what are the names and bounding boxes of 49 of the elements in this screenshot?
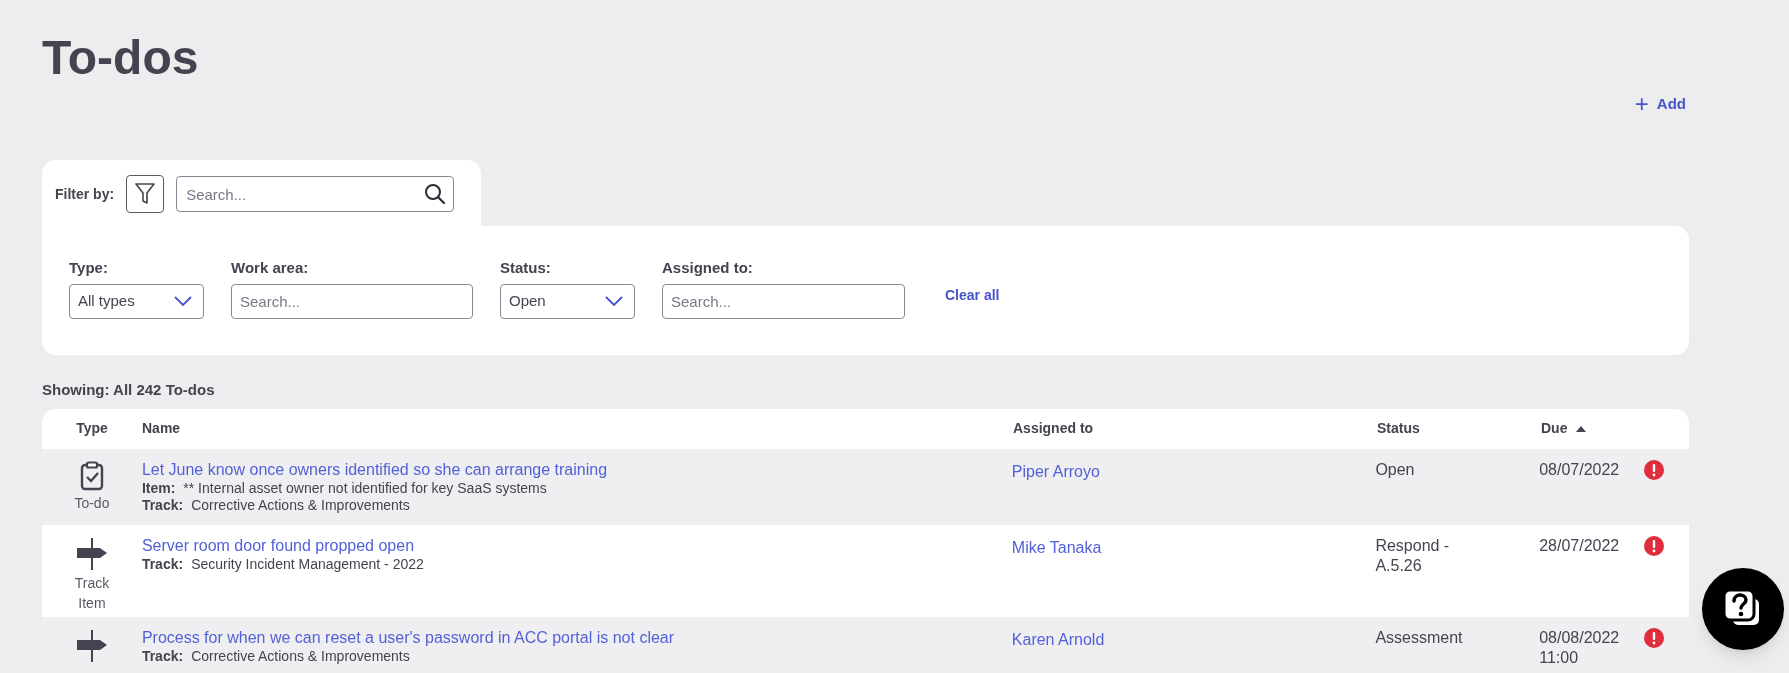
results-count: Showing: All 242 To-dos xyxy=(42,380,216,400)
detail-value: Corrective Actions & Improvements xyxy=(191,647,410,665)
add-button[interactable]: + Add xyxy=(1634,92,1686,116)
search-field[interactable]: Search... xyxy=(231,284,473,319)
column-header[interactable]: Due xyxy=(1541,418,1568,439)
dropdown[interactable]: Open xyxy=(500,284,635,319)
detail-label: Track: xyxy=(141,496,184,514)
chevron-down-icon xyxy=(605,296,623,307)
clear-all-link[interactable]: Clear all xyxy=(945,285,1000,306)
clipboard-check-icon xyxy=(79,460,104,491)
status-text: Open xyxy=(1375,459,1416,480)
field-label: Status: xyxy=(500,258,552,277)
column-header[interactable]: Type xyxy=(76,418,108,439)
todo-link[interactable]: Let June know once owners identified so she can arrange training xyxy=(141,459,1012,480)
column-header[interactable]: Assigned to xyxy=(1013,418,1094,439)
field-label: Type: xyxy=(69,258,109,277)
detail-label: Track: xyxy=(141,555,184,573)
assignee-link[interactable]: Piper Arroyo xyxy=(1011,462,1100,480)
assignee-link[interactable]: Karen Arnold xyxy=(1011,630,1105,648)
assignee-link[interactable]: Mike Tanaka xyxy=(1011,538,1102,556)
detail-label: Track: xyxy=(141,647,184,665)
funnel-icon xyxy=(135,183,156,205)
page-title: To-dos xyxy=(42,30,199,86)
due-date: 08/07/2022 xyxy=(1539,459,1621,480)
signpost-icon xyxy=(75,536,108,571)
status-text: Respond - A.5.26 xyxy=(1375,535,1451,576)
column-header[interactable]: Status xyxy=(1377,418,1420,439)
field-label: Assigned to: xyxy=(662,258,754,277)
detail-value: ** Internal asset owner not identified for key SaaS systems xyxy=(183,479,547,497)
todo-link[interactable]: Process for when we can reset a user's password in ACC portal is not clear xyxy=(141,627,1012,648)
column-header[interactable]: Name xyxy=(142,418,181,439)
due-date: 08/08/2022 11:00 xyxy=(1539,627,1621,668)
detail-value: Corrective Actions & Improvements xyxy=(191,496,410,514)
chevron-down-icon xyxy=(174,296,192,307)
filter-label: Filter by: xyxy=(55,184,115,204)
search-field[interactable]: Search... xyxy=(176,176,455,212)
due-date: 28/07/2022 xyxy=(1539,535,1621,556)
field-label: Work area: xyxy=(231,258,310,277)
search-field[interactable]: Search... xyxy=(662,284,905,319)
search-icon xyxy=(424,183,447,205)
signpost-icon xyxy=(75,628,108,663)
dropdown[interactable]: All types xyxy=(69,284,204,319)
type-label: Track Item xyxy=(73,573,111,613)
detail-value: Security Incident Management - 2022 xyxy=(191,555,424,573)
todo-link[interactable]: Server room door found propped open xyxy=(141,535,1012,556)
type-label: To-do xyxy=(73,493,111,513)
status-text: Assessment xyxy=(1375,627,1464,648)
detail-label: Item: xyxy=(141,479,176,497)
filter-button[interactable] xyxy=(126,175,165,213)
